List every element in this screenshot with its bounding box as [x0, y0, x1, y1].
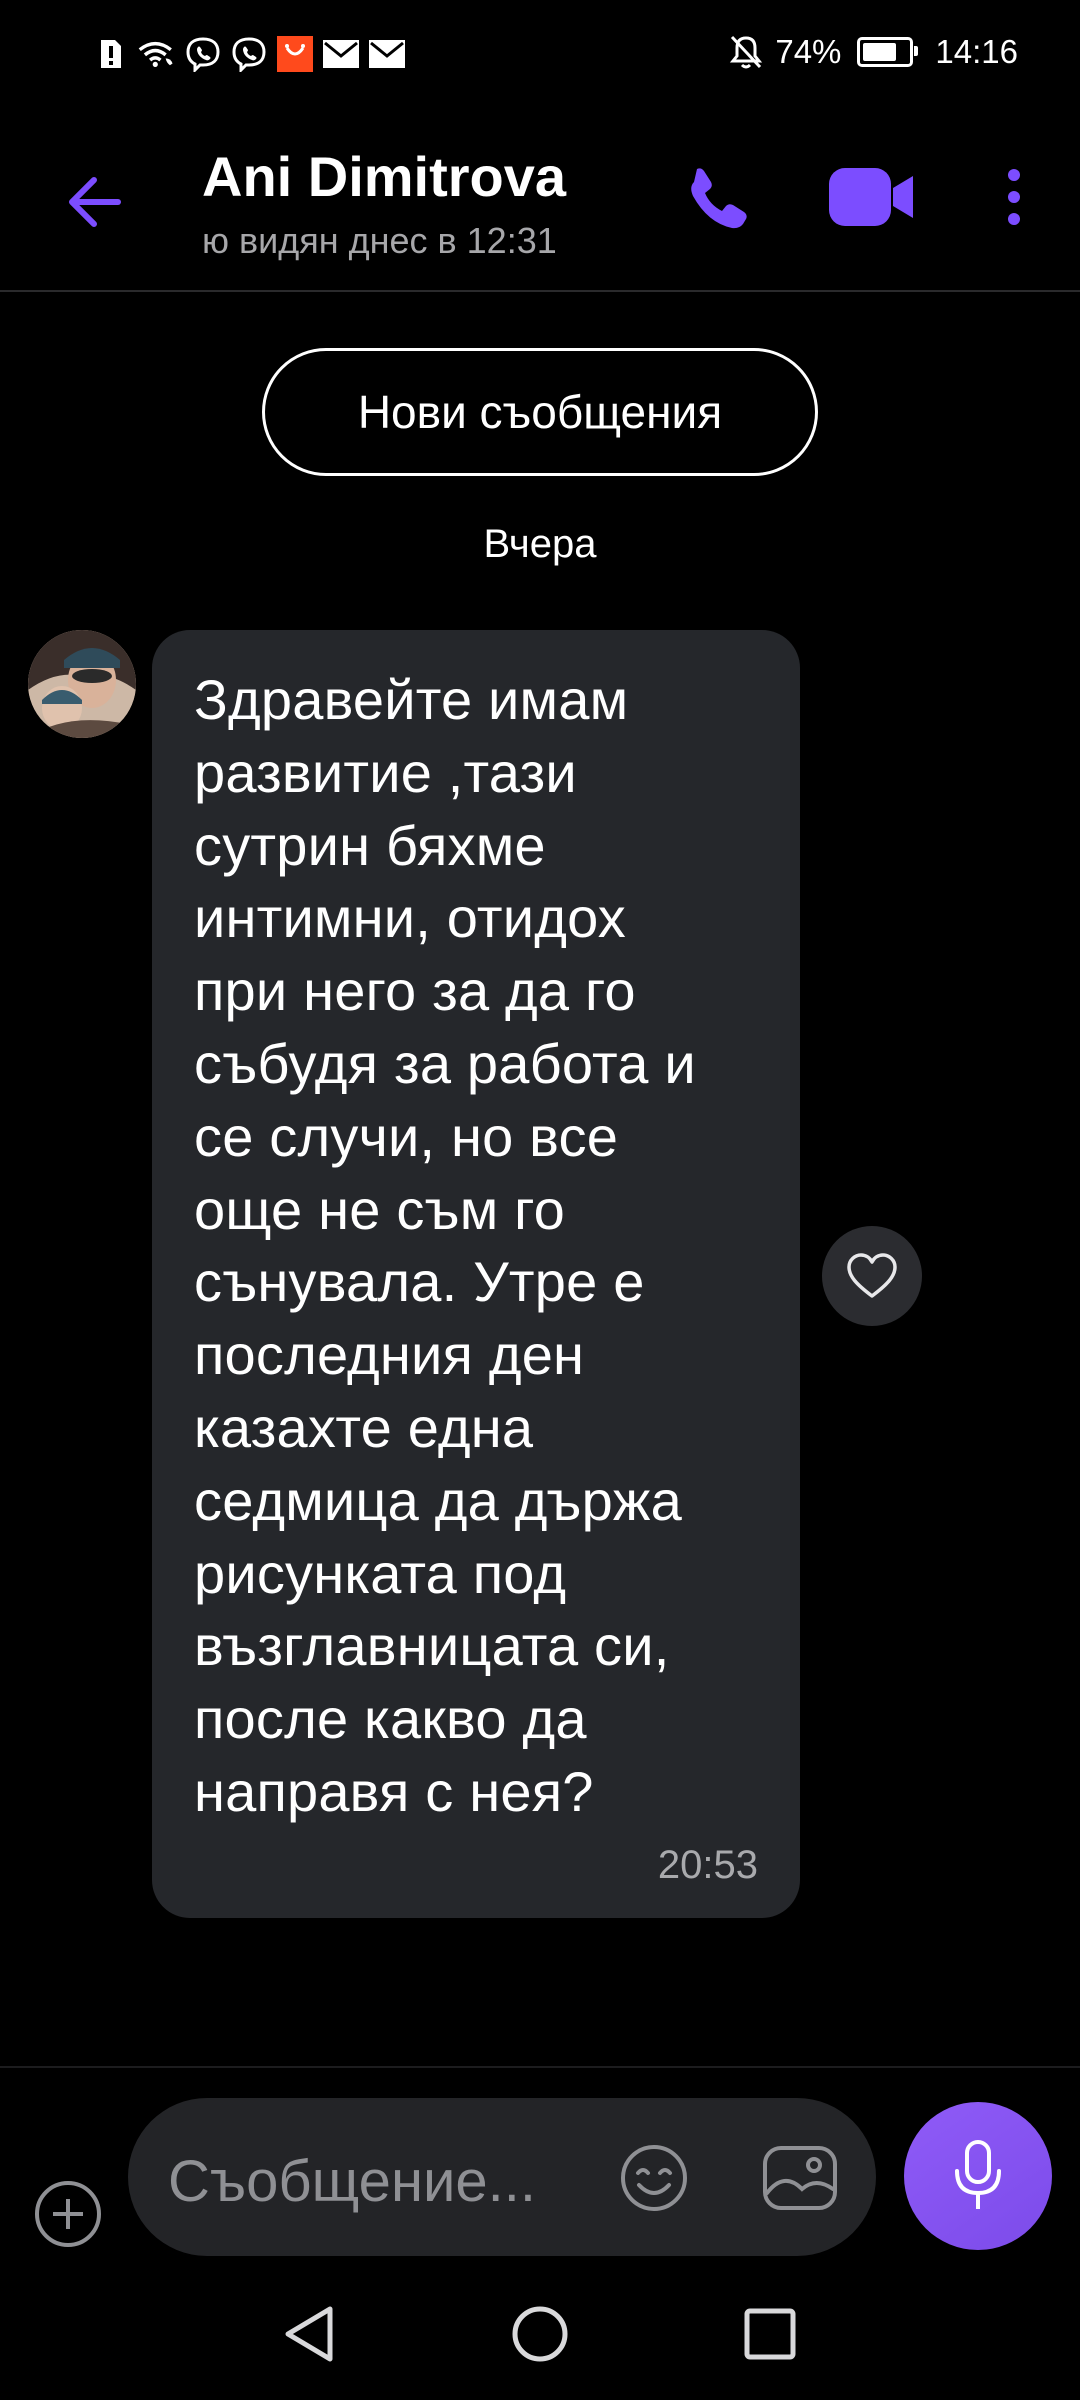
last-seen-status: ю видян днес в 12:31: [202, 220, 622, 262]
plus-circle-icon: [35, 2181, 101, 2247]
app-notification-icon: [276, 36, 314, 72]
viber-icon: [184, 36, 222, 72]
add-attachment-button[interactable]: [30, 2176, 106, 2252]
nav-home-button[interactable]: [498, 2292, 582, 2376]
nav-back-button[interactable]: [268, 2292, 352, 2376]
gallery-button[interactable]: [760, 2140, 840, 2216]
avatar[interactable]: [28, 630, 136, 738]
avatar-photo: [28, 630, 136, 738]
voice-call-button[interactable]: [670, 152, 760, 242]
recents-nav-icon: [744, 2308, 796, 2360]
new-messages-label: Нови съобщения: [357, 386, 723, 438]
mail-icon: [322, 36, 360, 72]
message-input[interactable]: Съобщение...: [128, 2098, 876, 2256]
emoji-button[interactable]: [616, 2140, 692, 2216]
date-separator: Вчера: [483, 522, 597, 566]
back-button[interactable]: [52, 160, 136, 244]
heart-icon: [847, 1253, 897, 1298]
smile-icon: [621, 2145, 687, 2211]
status-bar: 74% 14:16: [0, 0, 1080, 100]
back-nav-icon: [285, 2306, 333, 2362]
status-bar-notification-icons: [92, 34, 406, 74]
last-seen-text: ю видян днес в 12:31: [202, 220, 557, 261]
status-bar-system-icons: 74% 14:16: [727, 30, 1018, 74]
more-vertical-icon: [1008, 169, 1020, 225]
more-options-button[interactable]: [984, 152, 1044, 242]
voice-message-button[interactable]: [904, 2102, 1052, 2250]
battery-icon: [857, 37, 919, 67]
message-time: 20:53: [657, 1843, 758, 1887]
phone-icon: [691, 168, 747, 229]
microphone-icon: [955, 2140, 1001, 2209]
like-message-button[interactable]: [822, 1226, 922, 1326]
contact-name[interactable]: Ani Dimitrova: [202, 144, 566, 209]
alert-sim-icon: [92, 36, 130, 72]
video-camera-icon: [829, 168, 913, 226]
battery-level: [863, 43, 896, 61]
mute-bell-icon: [727, 34, 765, 70]
arrow-left-icon: [69, 177, 121, 227]
message-bubble[interactable]: Здравейте имам развитие ,тази сутрин бях…: [152, 630, 800, 1918]
viber-icon: [230, 36, 268, 72]
message-input-placeholder: Съобщение...: [168, 2149, 536, 2214]
new-messages-indicator[interactable]: Нови съобщения: [262, 348, 818, 476]
home-nav-icon: [512, 2306, 568, 2362]
nav-recents-button[interactable]: [728, 2292, 812, 2376]
video-call-button[interactable]: [822, 152, 922, 242]
chat-header: Ani Dimitrova ю видян днес в 12:31: [0, 100, 1080, 292]
status-time: 14:16: [935, 33, 1018, 70]
message-text: Здравейте имам развитие ,тази сутрин бях…: [194, 668, 696, 1823]
wifi-call-icon: [138, 36, 176, 72]
battery-percent: 74%: [775, 33, 842, 70]
mail-icon: [368, 36, 406, 72]
image-icon: [763, 2146, 837, 2210]
message-composer: Съобщение...: [0, 2066, 1080, 2268]
system-navigation-bar: [0, 2266, 1080, 2400]
